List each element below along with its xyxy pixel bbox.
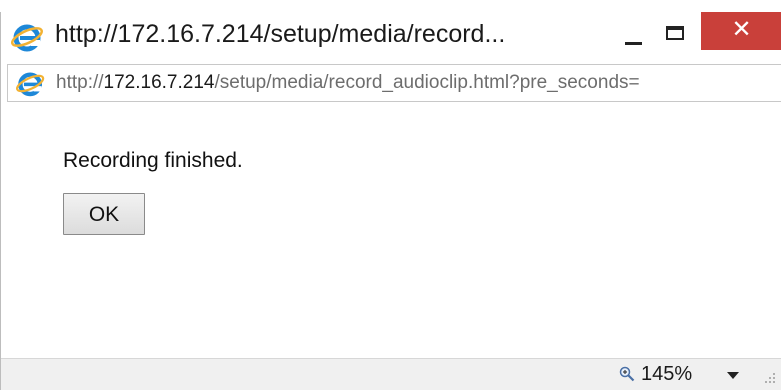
minimize-button[interactable]: [615, 23, 653, 51]
ok-button[interactable]: OK: [63, 193, 145, 235]
zoom-dropdown-icon[interactable]: [727, 372, 739, 379]
page-content: Recording finished. OK: [1, 102, 781, 362]
maximize-button[interactable]: [657, 22, 697, 52]
zoom-magnifier-icon: [619, 366, 635, 382]
title-bar[interactable]: http://172.16.7.214/setup/media/record..…: [1, 12, 781, 63]
url-scheme: http://: [56, 72, 104, 93]
address-bar[interactable]: http://172.16.7.214/setup/media/record_a…: [7, 64, 781, 102]
resize-grip-icon[interactable]: [763, 371, 777, 385]
url-path: /setup/media/record_audioclip.html?pre_s…: [214, 72, 640, 93]
close-button[interactable]: ✕: [701, 12, 781, 50]
url-host: 172.16.7.214: [103, 72, 215, 93]
window-title: http://172.16.7.214/setup/media/record..…: [55, 20, 506, 48]
zoom-level[interactable]: 145%: [641, 363, 692, 386]
url-text: http://172.16.7.214/setup/media/record_a…: [56, 72, 640, 94]
browser-popup-window: http://172.16.7.214/setup/media/record..…: [0, 12, 781, 390]
ie-logo-icon: [11, 24, 43, 52]
ie-page-icon: [16, 72, 45, 97]
status-bar: 145%: [1, 358, 781, 390]
close-icon: ✕: [731, 16, 752, 43]
status-message: Recording finished.: [63, 149, 243, 172]
